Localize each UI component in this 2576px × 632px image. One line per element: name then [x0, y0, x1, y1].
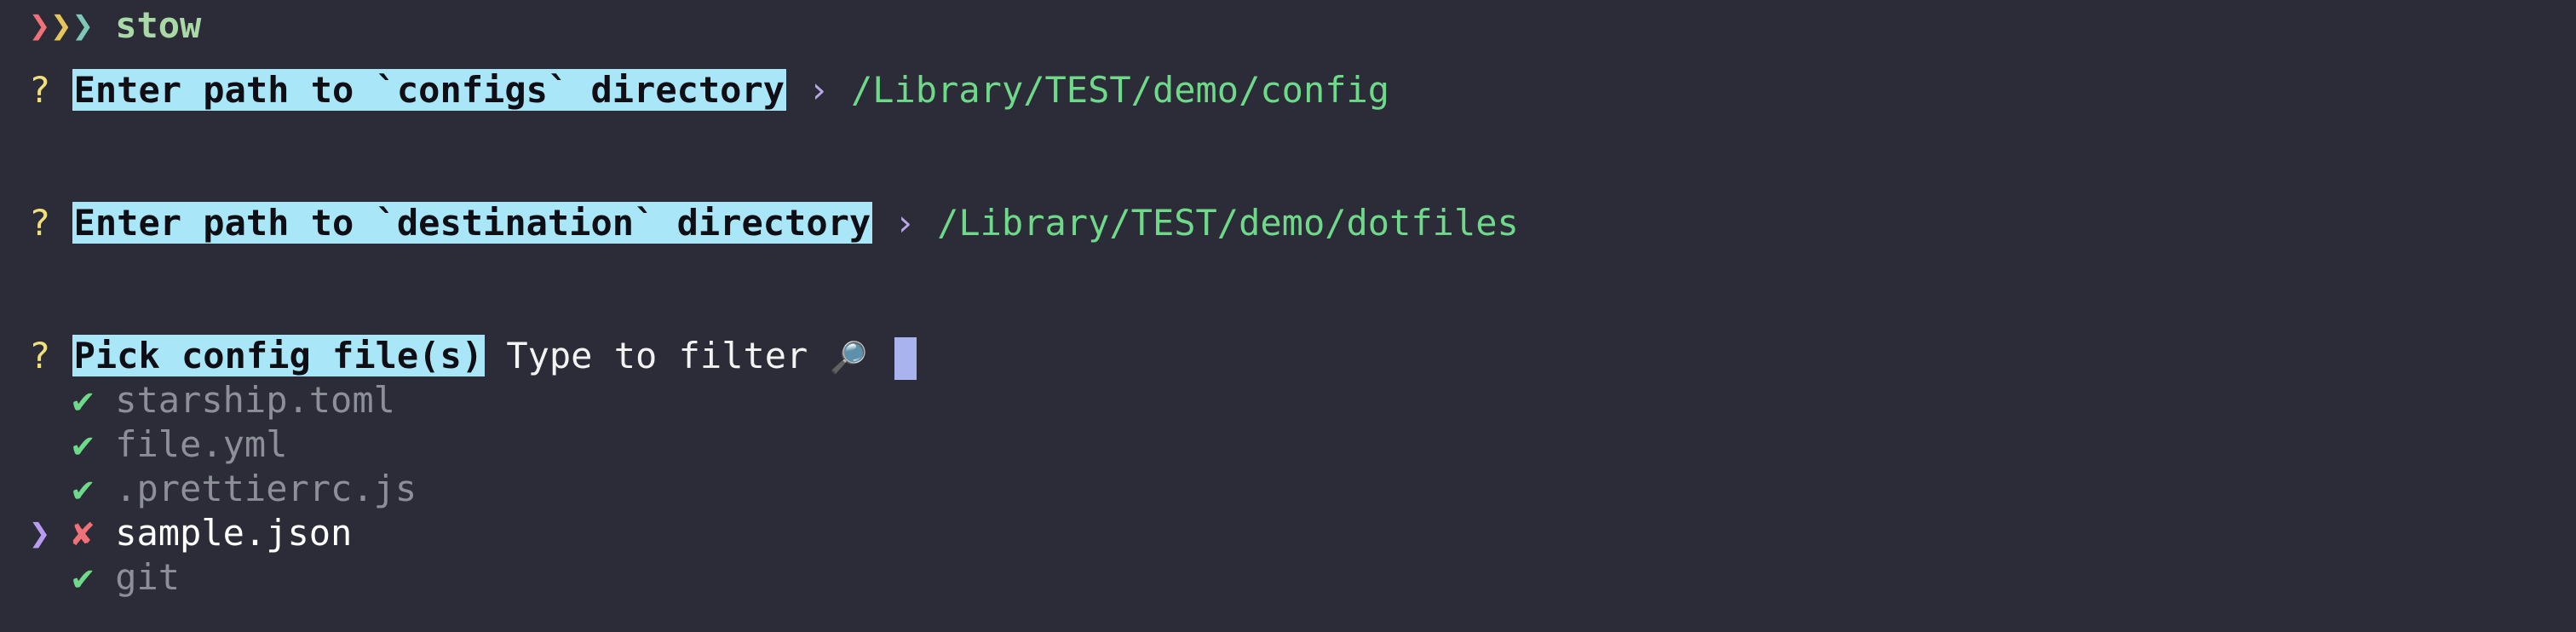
- destination-path-answer[interactable]: /Library/TEST/demo/dotfiles: [937, 202, 1519, 244]
- pick-config-label: Pick config file(s): [72, 335, 486, 376]
- destination-path-question: ? Enter path to `destination` directory …: [29, 201, 1519, 245]
- shell-prompt-line: ❯❯❯ stow: [29, 3, 201, 48]
- magnifier-icon: 🔎: [829, 341, 868, 376]
- selection-pointer-icon: [29, 423, 50, 465]
- question-mark-1: ?: [29, 69, 51, 111]
- prompt-chevron-1: ❯: [29, 4, 51, 46]
- answer-arrow-1: ›: [808, 69, 830, 111]
- check-icon: ✔: [72, 379, 94, 421]
- configs-path-question: ? Enter path to `configs` directory › /L…: [29, 68, 1389, 112]
- option-label: .prettierrc.js: [115, 468, 417, 509]
- selection-pointer-icon: [29, 468, 50, 509]
- answer-arrow-2: ›: [894, 202, 916, 244]
- prompt-chevron-2: ❯: [50, 4, 72, 46]
- check-icon: ✔: [72, 423, 94, 465]
- option-label: starship.toml: [115, 379, 395, 421]
- cross-icon: ✘: [72, 512, 94, 554]
- check-icon: ✔: [72, 468, 94, 509]
- list-item[interactable]: ✔ starship.toml: [29, 378, 395, 422]
- text-cursor[interactable]: [894, 336, 917, 380]
- check-icon: ✔: [72, 556, 94, 598]
- list-item[interactable]: ❯ ✘ sample.json: [29, 511, 352, 555]
- filter-input[interactable]: Type to filter: [506, 335, 808, 376]
- selection-pointer-icon: ❯: [29, 512, 51, 554]
- question-mark-3: ?: [29, 335, 51, 376]
- destination-path-label: Enter path to `destination` directory: [72, 202, 873, 244]
- command-text: stow: [115, 4, 202, 46]
- configs-path-label: Enter path to `configs` directory: [72, 69, 787, 111]
- list-item[interactable]: ✔ .prettierrc.js: [29, 467, 417, 511]
- list-item[interactable]: ✔ git: [29, 555, 180, 600]
- terminal-window: ❯❯❯ stow ? Enter path to `configs` direc…: [0, 0, 2576, 632]
- configs-path-answer[interactable]: /Library/TEST/demo/config: [851, 69, 1389, 111]
- selection-pointer-icon: [29, 379, 50, 421]
- prompt-chevron-3: ❯: [72, 4, 94, 46]
- list-item[interactable]: ✔ file.yml: [29, 422, 288, 467]
- option-label: file.yml: [115, 423, 288, 465]
- selection-pointer-icon: [29, 556, 50, 598]
- question-mark-2: ?: [29, 202, 51, 244]
- option-label: sample.json: [115, 512, 353, 554]
- pick-config-question: ? Pick config file(s) Type to filter 🔎: [29, 334, 917, 380]
- option-label: git: [115, 556, 181, 598]
